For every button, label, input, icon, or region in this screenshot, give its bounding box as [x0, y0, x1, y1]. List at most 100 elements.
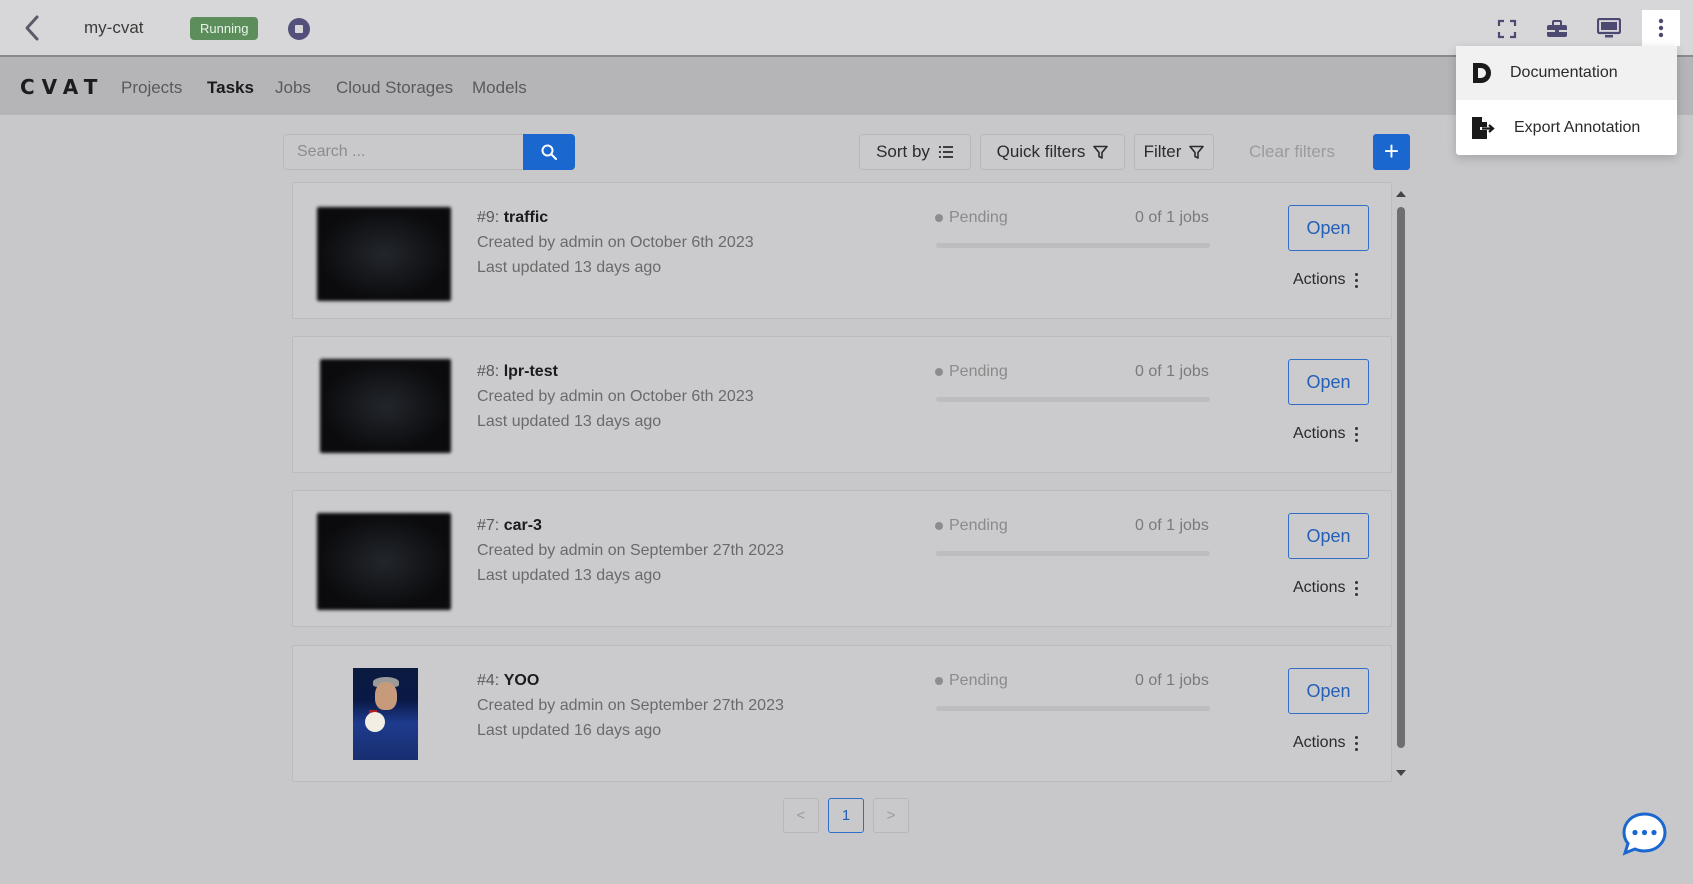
- menu-item-export-annotation[interactable]: Export Annotation: [1456, 101, 1677, 155]
- task-status-label: Pending: [949, 672, 1008, 689]
- chevron-left-icon: [25, 15, 39, 41]
- task-actions-label: Actions: [1293, 271, 1346, 288]
- desktop-button[interactable]: [1593, 14, 1625, 44]
- task-updated: Last updated 13 days ago: [477, 259, 662, 276]
- task-jobs-count: 0 of 1 jobs: [1135, 363, 1209, 380]
- more-dropdown-menu: Documentation Export Annotation: [1456, 46, 1677, 155]
- task-status: Pending: [935, 209, 1008, 227]
- nav-tasks[interactable]: Tasks: [207, 78, 254, 98]
- task-updated: Last updated 16 days ago: [477, 722, 662, 739]
- task-preview[interactable]: [317, 513, 451, 610]
- task-id: #4:: [477, 672, 500, 689]
- open-task-button[interactable]: Open: [1288, 359, 1369, 405]
- task-status-label: Pending: [949, 363, 1008, 380]
- support-chat-button[interactable]: [1621, 811, 1668, 856]
- task-preview[interactable]: [317, 207, 451, 301]
- task-name[interactable]: YOO: [504, 672, 540, 689]
- menu-item-label: Export Annotation: [1514, 119, 1641, 136]
- stop-button[interactable]: [288, 18, 310, 40]
- task-actions-button[interactable]: Actions: [1293, 271, 1359, 289]
- pagination-next-button[interactable]: >: [873, 798, 909, 833]
- task-title: #9: traffic: [477, 209, 548, 227]
- more-vertical-icon: [1355, 580, 1359, 596]
- chat-bubble-icon: [1622, 812, 1667, 856]
- pagination-prev-button[interactable]: <: [783, 798, 819, 833]
- documentation-icon: [1473, 63, 1491, 83]
- task-created: Created by admin on October 6th 2023: [477, 388, 754, 405]
- scrollbar-thumb[interactable]: [1397, 207, 1405, 748]
- task-jobs-count: 0 of 1 jobs: [1135, 517, 1209, 534]
- sort-list-icon: [938, 146, 953, 158]
- search-button[interactable]: [523, 134, 575, 170]
- task-title: #8: lpr-test: [477, 363, 558, 381]
- open-task-button[interactable]: Open: [1288, 513, 1369, 559]
- back-button[interactable]: [18, 12, 48, 44]
- more-vertical-icon: [1355, 426, 1359, 442]
- status-dot-icon: [935, 214, 943, 222]
- task-preview[interactable]: [353, 668, 418, 760]
- task-actions-label: Actions: [1293, 579, 1346, 596]
- task-status-label: Pending: [949, 209, 1008, 226]
- task-jobs-count: 0 of 1 jobs: [1135, 672, 1209, 689]
- open-task-button[interactable]: Open: [1288, 205, 1369, 251]
- more-menu-button[interactable]: [1642, 10, 1680, 46]
- task-created: Created by admin on October 6th 2023: [477, 234, 754, 251]
- task-status-label: Pending: [949, 517, 1008, 534]
- search-icon: [541, 144, 557, 160]
- workspace-name: my-cvat: [84, 18, 144, 37]
- task-progress-bar: [936, 243, 1210, 248]
- task-actions-button[interactable]: Actions: [1293, 579, 1359, 597]
- task-actions-button[interactable]: Actions: [1293, 425, 1359, 443]
- task-name[interactable]: traffic: [504, 209, 548, 226]
- task-card: #7: car-3 Created by admin on September …: [292, 490, 1392, 627]
- create-task-button[interactable]: +: [1373, 134, 1410, 170]
- fullscreen-icon: [1497, 19, 1517, 39]
- sort-by-button[interactable]: Sort by: [859, 134, 971, 170]
- open-task-button[interactable]: Open: [1288, 668, 1369, 714]
- pagination-page-1[interactable]: 1: [828, 798, 864, 833]
- filter-button[interactable]: Filter: [1134, 134, 1214, 170]
- task-updated: Last updated 13 days ago: [477, 413, 662, 430]
- search-input[interactable]: [283, 134, 524, 170]
- filter-icon: [1093, 145, 1109, 159]
- task-name[interactable]: car-3: [504, 517, 542, 534]
- menu-item-documentation[interactable]: Documentation: [1456, 46, 1677, 100]
- menu-item-label: Documentation: [1510, 64, 1618, 81]
- task-title: #7: car-3: [477, 517, 542, 535]
- nav-jobs[interactable]: Jobs: [275, 78, 311, 98]
- app-header: CVAT Projects Tasks Jobs Cloud Storages …: [0, 57, 1693, 115]
- task-actions-label: Actions: [1293, 425, 1346, 442]
- filter-icon: [1189, 145, 1205, 159]
- desktop-icon: [1597, 18, 1621, 38]
- task-progress-bar: [936, 706, 1210, 711]
- scroll-up-arrow[interactable]: [1396, 191, 1406, 197]
- workspace-bar: my-cvat Running: [0, 0, 1693, 57]
- task-actions-button[interactable]: Actions: [1293, 734, 1359, 752]
- status-dot-icon: [935, 368, 943, 376]
- task-id: #9:: [477, 209, 500, 226]
- nav-projects[interactable]: Projects: [121, 78, 182, 98]
- task-card: #9: traffic Created by admin on October …: [292, 182, 1392, 319]
- task-status: Pending: [935, 517, 1008, 535]
- task-actions-label: Actions: [1293, 734, 1346, 751]
- status-dot-icon: [935, 677, 943, 685]
- task-status: Pending: [935, 672, 1008, 690]
- nav-models[interactable]: Models: [472, 78, 527, 98]
- fullscreen-button[interactable]: [1491, 14, 1523, 44]
- sort-by-label: Sort by: [876, 142, 930, 161]
- task-jobs-count: 0 of 1 jobs: [1135, 209, 1209, 226]
- export-icon: [1472, 117, 1495, 139]
- task-name[interactable]: lpr-test: [504, 363, 558, 380]
- toolbox-icon: [1547, 20, 1567, 37]
- nav-cloud-storages[interactable]: Cloud Storages: [336, 78, 453, 98]
- task-progress-bar: [936, 397, 1210, 402]
- task-created: Created by admin on September 27th 2023: [477, 697, 784, 714]
- task-preview[interactable]: [320, 359, 451, 453]
- toolbox-button[interactable]: [1541, 14, 1573, 44]
- clear-filters-button[interactable]: Clear filters: [1249, 142, 1335, 162]
- task-title: #4: YOO: [477, 672, 539, 690]
- scroll-down-arrow[interactable]: [1396, 770, 1406, 776]
- status-dot-icon: [935, 522, 943, 530]
- quick-filters-button[interactable]: Quick filters: [980, 134, 1125, 170]
- task-created: Created by admin on September 27th 2023: [477, 542, 784, 559]
